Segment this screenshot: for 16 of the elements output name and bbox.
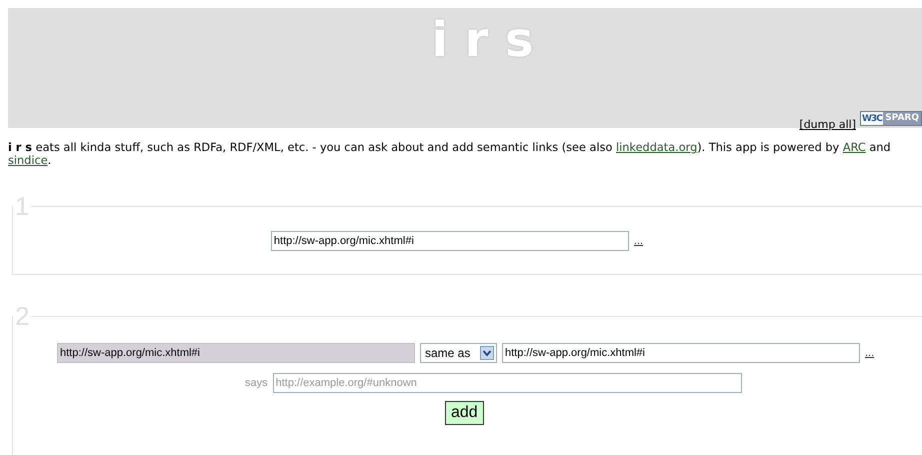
add-button[interactable]: add: [445, 401, 484, 425]
more-link[interactable]: ...: [865, 347, 874, 359]
text-link[interactable]: linkeddata.org: [616, 141, 698, 154]
intro-paragraph: i r s eats all kinda stuff, such as RDFa, RDF/XML, etc. - you can ask about and add semantic links (see also linkeddata.org). This app is powered by ARC and sindice.: [8, 141, 892, 167]
says-label: says: [245, 377, 268, 389]
sparql-badge[interactable]: W3C SPARQ: [860, 111, 922, 126]
source-input-field[interactable]: http://example.org/#unknown: [272, 373, 742, 393]
text-link[interactable]: ARC: [842, 141, 866, 154]
relation-dropdown[interactable]: same as: [420, 343, 497, 363]
badge-right-text: SPARQ: [883, 112, 921, 125]
badge-left-text: W3C: [861, 114, 883, 124]
text-link[interactable]: sindice: [8, 154, 48, 167]
uri-input-field[interactable]: http://sw-app.org/mic.xhtml#i: [270, 231, 629, 251]
more-link[interactable]: ...: [634, 235, 644, 247]
object-input-field[interactable]: http://sw-app.org/mic.xhtml#i: [502, 343, 860, 363]
dump-all-link[interactable]: [dump all]: [799, 118, 856, 131]
